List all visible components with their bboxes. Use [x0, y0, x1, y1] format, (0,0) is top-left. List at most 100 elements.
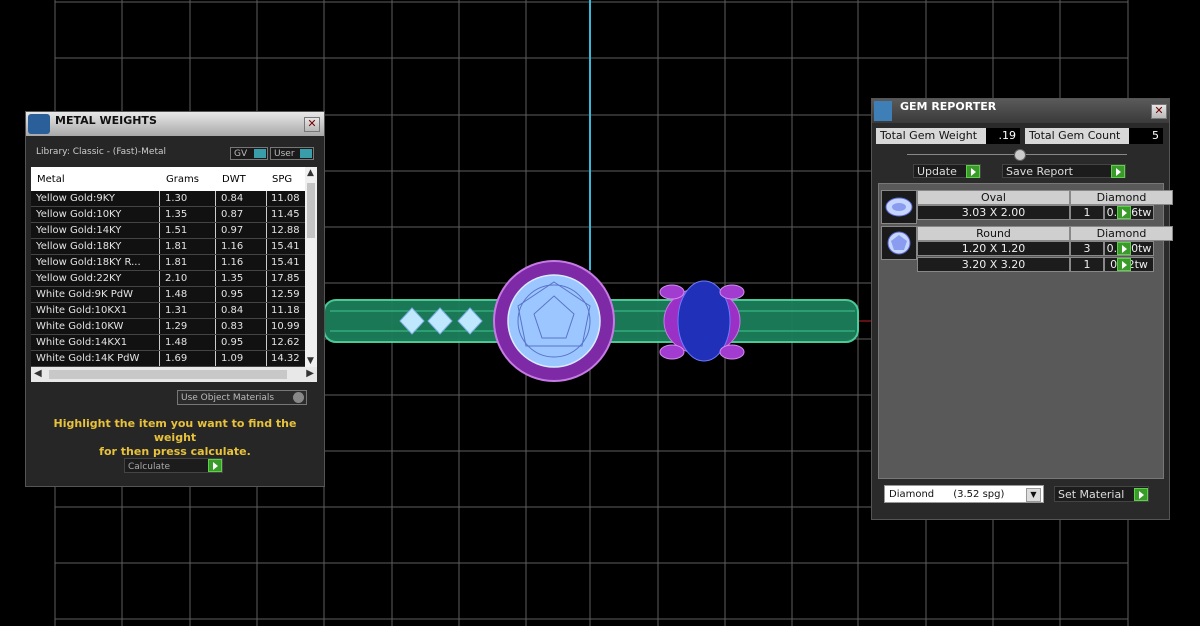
table-row[interactable]: White Gold:9K PdW 1.48 0.95 12.59 — [31, 287, 305, 303]
col-grams[interactable]: Grams — [166, 174, 199, 185]
save-report-label: Save Report — [1006, 165, 1073, 178]
set-material-label: Set Material — [1058, 488, 1125, 501]
column-separator — [159, 319, 160, 334]
save-report-button[interactable]: Save Report — [1002, 164, 1126, 178]
table-row[interactable]: Yellow Gold:9KY 1.30 0.84 11.08 — [31, 191, 305, 207]
column-separator — [266, 271, 267, 286]
column-separator — [215, 239, 216, 254]
horizontal-scrollbar[interactable]: ◀ ▶ — [31, 367, 317, 382]
table-cell: 1.29 — [165, 321, 188, 332]
ring-model[interactable] — [323, 260, 859, 382]
gem-reporter-title: GEM REPORTER — [900, 100, 997, 113]
material-select[interactable]: Diamond (3.52 spg) ▼ — [884, 485, 1044, 503]
close-icon[interactable]: ✕ — [1151, 104, 1167, 119]
update-label: Update — [917, 165, 957, 178]
table-cell: Yellow Gold:18KY — [36, 241, 122, 252]
table-cell: White Gold:10KW — [36, 321, 124, 332]
metal-weights-titlebar[interactable]: METAL WEIGHTS ✕ — [26, 112, 324, 136]
table-cell: 11.18 — [271, 305, 300, 316]
hint-line-2: for then press calculate. — [99, 445, 251, 458]
column-separator — [159, 223, 160, 238]
column-separator — [159, 191, 160, 206]
table-row[interactable]: White Gold:10KX1 1.31 0.84 11.18 — [31, 303, 305, 319]
table-cell: 1.16 — [221, 241, 244, 252]
gv-toggle[interactable]: GV — [230, 147, 268, 160]
column-separator — [215, 255, 216, 270]
table-row[interactable]: Yellow Gold:10KY 1.35 0.87 11.45 — [31, 207, 305, 223]
column-separator — [159, 351, 160, 366]
oval-shape-cell: Oval — [917, 190, 1070, 205]
col-metal[interactable]: Metal — [37, 174, 65, 185]
close-icon[interactable]: ✕ — [304, 117, 320, 132]
table-cell: 11.45 — [271, 209, 300, 220]
update-button[interactable]: Update — [913, 164, 981, 178]
gem-reporter-logo-icon — [874, 101, 892, 121]
update-arrow-icon — [966, 165, 980, 178]
column-separator — [159, 271, 160, 286]
table-row[interactable]: White Gold:14K PdW 1.69 1.09 14.32 — [31, 351, 305, 367]
calculate-button[interactable]: Calculate — [124, 458, 223, 473]
oval-count-cell[interactable]: 1 — [1070, 205, 1104, 220]
col-spg[interactable]: SPG — [272, 174, 292, 185]
vertical-scrollbar[interactable]: ▲ ▼ — [305, 167, 317, 367]
gem-list[interactable]: Oval Diamond 3.03 X 2.00 1 0.046tw Round… — [878, 183, 1173, 479]
table-cell: 1.69 — [165, 353, 188, 364]
gem-reporter-titlebar[interactable]: GEM REPORTER ✕ — [872, 99, 1169, 123]
metal-weights-title: METAL WEIGHTS — [55, 114, 157, 127]
user-toggle[interactable]: User — [270, 147, 314, 160]
table-row[interactable]: White Gold:14KX1 1.48 0.95 12.62 — [31, 335, 305, 351]
hscroll-thumb[interactable] — [49, 370, 287, 379]
gv-toggle-icon — [254, 149, 266, 158]
column-separator — [215, 223, 216, 238]
table-row[interactable]: White Gold:10KW 1.29 0.83 10.99 — [31, 319, 305, 335]
table-cell: 1.48 — [165, 337, 188, 348]
user-label: User — [274, 149, 295, 159]
metal-weights-logo-icon — [28, 114, 50, 134]
use-object-materials-button[interactable]: Use Object Materials — [177, 390, 307, 405]
round-select-arrow-icon-2[interactable] — [1117, 258, 1131, 271]
table-row[interactable]: Yellow Gold:18KY R... 1.81 1.16 15.41 — [31, 255, 305, 271]
round-size-cell-2[interactable]: 3.20 X 3.20 — [917, 257, 1070, 272]
column-separator — [215, 319, 216, 334]
total-gem-count-label: Total Gem Count — [1025, 128, 1129, 144]
scroll-thumb[interactable] — [307, 183, 315, 238]
table-row[interactable]: Yellow Gold:22KY 2.10 1.35 17.85 — [31, 271, 305, 287]
metal-table[interactable]: Metal Grams DWT SPG Yellow Gold:9KY 1.30 0… — [31, 167, 317, 382]
table-cell: White Gold:9K PdW — [36, 289, 133, 300]
scroll-left-icon[interactable]: ◀ — [34, 368, 42, 379]
column-separator — [215, 287, 216, 302]
oval-select-arrow-icon[interactable] — [1117, 206, 1131, 219]
column-separator — [159, 287, 160, 302]
table-cell: 1.51 — [165, 225, 188, 236]
table-cell: Yellow Gold:10KY — [36, 209, 122, 220]
hint-line-1: Highlight the item you want to find the … — [53, 417, 297, 444]
table-cell: Yellow Gold:18KY R... — [36, 257, 141, 268]
table-row[interactable]: Yellow Gold:18KY 1.81 1.16 15.41 — [31, 239, 305, 255]
oval-size-cell[interactable]: 3.03 X 2.00 — [917, 205, 1070, 220]
metal-table-header: Metal Grams DWT SPG — [31, 167, 305, 190]
column-separator — [266, 319, 267, 334]
table-cell: 10.99 — [271, 321, 300, 332]
table-cell: 0.84 — [221, 193, 244, 204]
table-row[interactable]: Yellow Gold:14KY 1.51 0.97 12.88 — [31, 223, 305, 239]
round-select-arrow-icon-1[interactable] — [1117, 242, 1131, 255]
column-separator — [266, 191, 267, 206]
round-count-cell-1[interactable]: 3 — [1070, 241, 1104, 256]
table-cell: Yellow Gold:22KY — [36, 273, 122, 284]
round-size-cell-1[interactable]: 1.20 X 1.20 — [917, 241, 1070, 256]
calculate-label: Calculate — [128, 462, 171, 472]
column-separator — [266, 239, 267, 254]
collapse-toggle-icon[interactable] — [1014, 149, 1026, 161]
table-cell: 1.48 — [165, 289, 188, 300]
table-cell: 15.41 — [271, 257, 300, 268]
scroll-right-icon[interactable]: ▶ — [306, 368, 314, 379]
scroll-down-icon[interactable]: ▼ — [307, 356, 314, 366]
set-material-button[interactable]: Set Material — [1054, 486, 1149, 502]
round-material-cell: Diamond — [1070, 226, 1173, 241]
table-cell: 14.32 — [271, 353, 300, 364]
scroll-up-icon[interactable]: ▲ — [307, 168, 314, 178]
round-count-cell-2[interactable]: 1 — [1070, 257, 1104, 272]
table-cell: White Gold:10KX1 — [36, 305, 128, 316]
table-cell: 11.08 — [271, 193, 300, 204]
col-dwt[interactable]: DWT — [222, 174, 246, 185]
